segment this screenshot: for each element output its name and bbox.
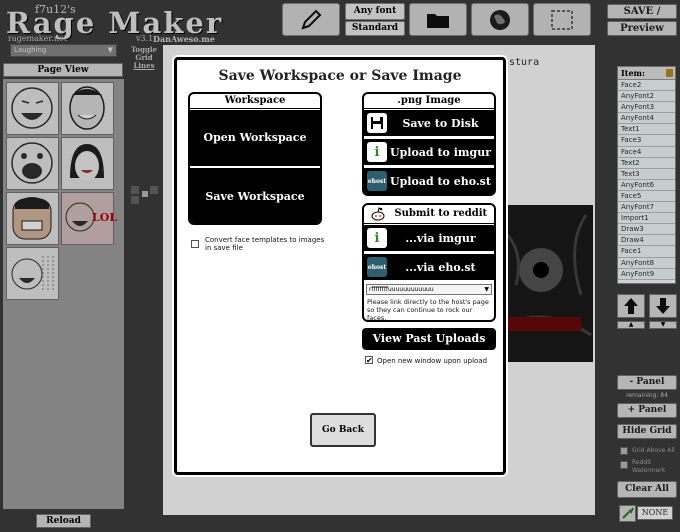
workspace-header: Workspace (190, 94, 320, 109)
workspace-box: Workspace Open Workspace Save Workspace (188, 92, 322, 225)
save-workspace-button[interactable]: Save Workspace (190, 168, 320, 223)
via-ehost-label: ...via eho.st (405, 260, 476, 274)
ehost-icon: ehost (367, 257, 387, 277)
imgur-icon: i (367, 142, 387, 162)
via-imgur-label: ...via imgur (405, 231, 476, 245)
reddit-via-ehost-button[interactable]: ehost ...via eho.st (364, 254, 494, 280)
checkmark-icon: ✔ (366, 356, 373, 365)
go-back-button[interactable]: Go Back (310, 413, 376, 447)
reddit-via-imgur-button[interactable]: i ...via imgur (364, 225, 494, 251)
new-window-label: Open new window upon upload (377, 357, 488, 365)
view-past-uploads-button[interactable]: View Past Uploads (362, 328, 496, 350)
imgur-icon: i (367, 228, 387, 248)
reddit-box: Submit to reddit i ...via imgur ehost ..… (362, 203, 496, 322)
convert-templates-checkbox[interactable] (191, 240, 199, 248)
reddit-header: Submit to reddit (364, 205, 494, 224)
png-image-box: .png Image Save to Disk i Upload to imgu… (362, 92, 496, 196)
upload-imgur-label: Upload to imgur (390, 145, 491, 159)
floppy-disk-icon (367, 113, 387, 133)
reddit-header-label: Submit to reddit (394, 208, 488, 219)
chevron-down-icon: ▼ (484, 286, 489, 293)
save-to-disk-button[interactable]: Save to Disk (364, 110, 494, 136)
open-workspace-button[interactable]: Open Workspace (190, 110, 320, 166)
subreddit-select[interactable]: rffffffffuuuuuuuuuuuu ▼ (366, 284, 492, 295)
upload-ehost-label: Upload to eho.st (390, 174, 491, 188)
upload-imgur-button[interactable]: i Upload to imgur (364, 139, 494, 165)
convert-templates-label: Convert face templates to images in save… (205, 236, 325, 252)
save-to-disk-label: Save to Disk (402, 116, 479, 130)
save-dialog: Save Workspace or Save Image Workspace O… (174, 57, 506, 475)
dialog-title: Save Workspace or Save Image (218, 68, 462, 84)
png-header: .png Image (364, 94, 494, 109)
upload-ehost-button[interactable]: ehost Upload to eho.st (364, 168, 494, 194)
reddit-alien-icon (371, 206, 385, 221)
subreddit-value: rffffffffuuuuuuuuuuuu (369, 286, 434, 293)
new-window-checkbox[interactable]: ✔ (365, 356, 373, 365)
ehost-icon: ehost (367, 171, 387, 191)
reddit-note: Please link directly to the host's page … (367, 298, 489, 322)
